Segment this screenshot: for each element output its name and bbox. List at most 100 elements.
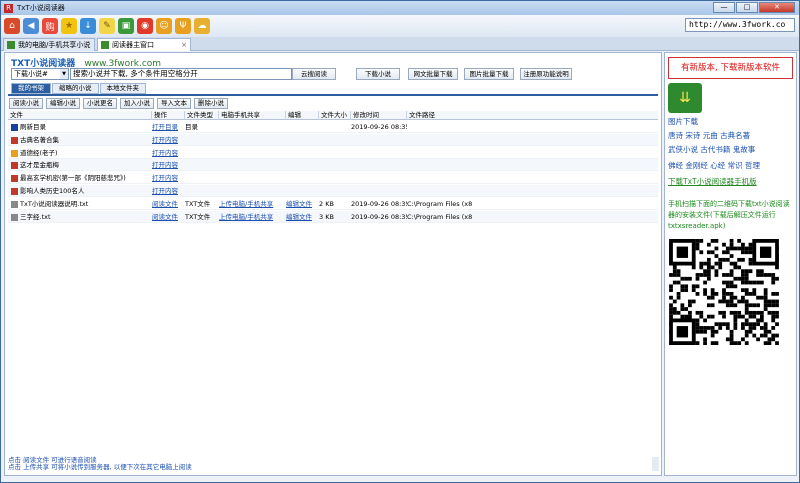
table-row[interactable]: 最高玄学机密(第一部《阴阳慈悲咒》) 打开内容 (8, 172, 658, 185)
minimize-button[interactable]: — (713, 2, 735, 13)
edit-novel-button[interactable]: 编辑小说 (46, 98, 80, 109)
tab-close-icon[interactable]: × (181, 39, 187, 51)
cell-share[interactable]: 上传电脑/手机共享 (219, 198, 285, 210)
add-novel-button[interactable]: 加入小说 (120, 98, 154, 109)
home-icon[interactable]: ⌂ (4, 18, 20, 34)
col-edit[interactable]: 编辑 (285, 111, 318, 120)
cell-path: C:\Program Files (x8 (407, 212, 473, 221)
cell-edit[interactable]: 编辑文件 (286, 198, 318, 210)
download-icon[interactable]: ↓ (80, 18, 96, 34)
file-icon (11, 149, 18, 157)
tab-local-folder[interactable]: 本地文件夹 (99, 83, 146, 94)
rename-novel-button[interactable]: 小说更名 (83, 98, 117, 109)
plugin-icon[interactable]: ▣ (118, 18, 134, 34)
table-row[interactable]: 刷新目录 打开目录 目录 2019-09-26 08:35 (8, 121, 658, 133)
chrome-icon[interactable]: ◉ (137, 18, 153, 34)
cell-op[interactable]: 打开目录 (152, 121, 184, 133)
table-row[interactable]: 三字经.txt 阅读文件 TXT文件 上传电脑/手机共享 编辑文件 3 KB 2019-09… (8, 210, 658, 223)
search-input[interactable]: 搜索小说并下载, 多个条件用空格分开 (70, 68, 292, 80)
scrollbar[interactable] (652, 457, 659, 471)
tab-shared-novels[interactable]: 我的电脑/手机共享小说 (3, 38, 95, 51)
register-button[interactable]: 注册原功能说明 (520, 68, 572, 80)
mobile-download-link[interactable]: 下载TxT小说阅读器手机版 (668, 177, 757, 186)
cell-op[interactable]: 打开内容 (152, 134, 184, 146)
col-path[interactable]: 文件路径 (406, 111, 658, 120)
table-row[interactable]: 这才是金瓶梅 打开内容 (8, 159, 658, 172)
table-row[interactable]: 古典名著合集 打开内容 (8, 133, 658, 146)
table-row[interactable]: 道德经(老子) 打开内容 (8, 147, 658, 159)
back-icon[interactable]: ◀ (23, 18, 39, 34)
cell-type: 目录 (185, 123, 198, 131)
face-icon[interactable]: ☺ (156, 18, 172, 34)
read-novel-button[interactable]: 阅读小说 (9, 98, 43, 109)
address-bar[interactable]: http://www.3fwork.co (685, 18, 795, 32)
fork-icon[interactable]: Ψ (175, 18, 191, 34)
col-type[interactable]: 文件类型 (184, 111, 218, 120)
file-icon (11, 124, 18, 131)
table-row[interactable]: 影响人类历史100名人 打开内容 (8, 185, 658, 197)
cell-name: 三字经.txt (20, 212, 51, 221)
col-size[interactable]: 文件大小 (318, 111, 350, 120)
search-type-value: 下载小说# (14, 70, 48, 78)
sidebar-link-images[interactable]: 图片下载 (668, 117, 698, 126)
file-icon (11, 136, 18, 144)
close-button[interactable]: ✕ (759, 2, 795, 13)
cell-op[interactable]: 打开内容 (152, 172, 184, 184)
cell-size: 3 KB (319, 212, 334, 221)
tab-thumb-novels[interactable]: 缩略的小说 (52, 83, 99, 94)
window-controls: — □ ✕ (712, 2, 795, 13)
file-icon (11, 162, 18, 170)
table-row[interactable]: TxT小说阅读器说明.txt 阅读文件 TXT文件 上传电脑/手机共享 编辑文件 2 KB… (8, 198, 658, 210)
tab-shared-icon (7, 41, 15, 49)
cell-size: 2 KB (319, 199, 334, 208)
cell-name: 这才是金瓶梅 (20, 161, 59, 170)
file-icon (11, 200, 18, 208)
cell-edit[interactable]: 编辑文件 (286, 211, 318, 223)
search-type-select[interactable]: 下载小说# ▼ (11, 68, 69, 80)
shop-icon[interactable]: 购 (42, 18, 58, 34)
maximize-button[interactable]: □ (736, 2, 758, 13)
col-time[interactable]: 修改时间 (350, 111, 406, 120)
cell-op[interactable]: 阅读文件 (152, 198, 184, 210)
batch-text-button[interactable]: 网文批量下载 (408, 68, 458, 80)
col-file[interactable]: 文件 (8, 111, 151, 120)
delete-novel-button[interactable]: 删除小说 (194, 98, 228, 109)
tab-reader-label: 阅读器主窗口 (112, 41, 154, 49)
sidebar: 有新版本, 下载新版本软件 ⇊ 图片下载 唐诗 宋诗 元曲 古典名著 武侠小说 … (664, 52, 797, 476)
file-icon (11, 175, 18, 183)
chat-icon[interactable]: ☁ (194, 18, 210, 34)
sidebar-link-buddhism[interactable]: 佛经 金刚经 心经 常识 哲理 (668, 161, 760, 170)
app-window: R TxT小说阅读器 — □ ✕ ⌂ ◀ 购 ★ ↓ ✎ ▣ ◉ ☺ Ψ ☁ h… (0, 0, 800, 483)
sidebar-link-wuxia[interactable]: 武侠小说 古代书籍 鬼故事 (668, 145, 755, 154)
search-row: 下载小说# ▼ 搜索小说并下载, 多个条件用空格分开 (11, 68, 292, 81)
star-icon[interactable]: ★ (61, 18, 77, 34)
cloud-search-button[interactable]: 云搜阅读 (292, 68, 336, 80)
qr-instructions: 手机扫描下面的二维码下载txt小说阅读器的安装文件(下载后解压文件运行txtxs… (668, 200, 790, 230)
qr-code (669, 239, 779, 345)
tab-strip: 我的电脑/手机共享小说 阅读器主窗口 × ☆ ☰ (1, 37, 799, 83)
tab-my-shelf[interactable]: 我的书架 (11, 83, 51, 94)
app-icon: R (4, 3, 13, 13)
cell-op[interactable]: 阅读文件 (152, 211, 184, 223)
import-text-button[interactable]: 导入文本 (157, 98, 191, 109)
file-table-header: 文件 操作 文件类型 电脑手机共享 编辑 文件大小 修改时间 文件路径 (8, 111, 658, 120)
cell-op[interactable]: 打开内容 (152, 147, 184, 159)
cell-op[interactable]: 打开内容 (152, 159, 184, 171)
tips-icon[interactable]: ✎ (99, 18, 115, 34)
file-icon (11, 188, 18, 195)
cell-type: TXT文件 (185, 199, 211, 208)
cell-share[interactable]: 上传电脑/手机共享 (219, 211, 285, 223)
download-novel-button[interactable]: 下载小说 (356, 68, 400, 80)
batch-image-button[interactable]: 图片批量下载 (464, 68, 514, 80)
col-share[interactable]: 电脑手机共享 (218, 111, 285, 120)
sidebar-link-poetry[interactable]: 唐诗 宋诗 元曲 古典名著 (668, 131, 750, 140)
col-op[interactable]: 操作 (151, 111, 184, 120)
download-arrows-icon[interactable]: ⇊ (668, 83, 702, 113)
cell-op[interactable]: 打开内容 (152, 185, 184, 197)
status-line-2: 点击 上传共享 可将小说传到服务器, 以便下次在其它电脑上阅读 (8, 463, 192, 471)
cell-path: C:\Program Files (x8 (407, 199, 473, 208)
new-version-link[interactable]: 有新版本, 下载新版本软件 (668, 57, 793, 79)
tab-reader-main[interactable]: 阅读器主窗口 × (97, 38, 191, 51)
tab-shared-label: 我的电脑/手机共享小说 (18, 41, 91, 49)
cell-time: 2019-09-26 08:35 (351, 123, 407, 131)
